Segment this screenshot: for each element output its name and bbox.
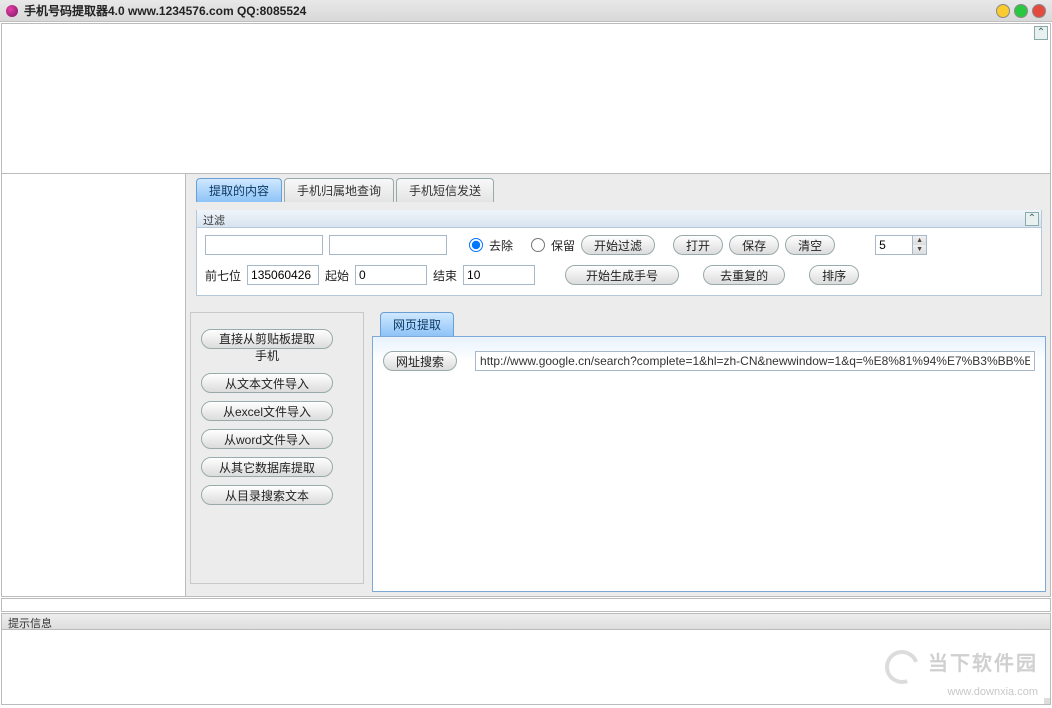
count-spinner-input[interactable]: [876, 236, 912, 254]
import-dir-button[interactable]: 从目录搜索文本: [201, 485, 333, 505]
end-input[interactable]: [463, 265, 535, 285]
resize-grip-icon[interactable]: [1044, 698, 1050, 704]
top-panel: ⌃: [2, 24, 1050, 174]
start-filter-button[interactable]: 开始过滤: [581, 235, 655, 255]
url-search-button[interactable]: 网址搜索: [383, 351, 457, 371]
start-label: 起始: [325, 267, 349, 284]
sort-button[interactable]: 排序: [809, 265, 859, 285]
main-tabs: 提取的内容 手机归属地查询 手机短信发送: [196, 178, 1048, 202]
workspace: ⌃ 提取的内容 手机归属地查询 手机短信发送 过滤 ⌃: [1, 23, 1051, 597]
filter-input-1[interactable]: [205, 235, 323, 255]
import-column: 直接从剪贴板提取手机 从文本文件导入 从excel文件导入 从word文件导入 …: [190, 312, 364, 584]
import-db-button[interactable]: 从其它数据库提取: [201, 457, 333, 477]
status-panel: 提示信息 当下软件园 www.downxia.com: [1, 613, 1051, 705]
filter-input-2[interactable]: [329, 235, 447, 255]
maximize-icon[interactable]: [1014, 4, 1028, 18]
tab-sms-send[interactable]: 手机短信发送: [396, 178, 494, 202]
import-text-button[interactable]: 从文本文件导入: [201, 373, 333, 393]
web-extract-area: 网页提取 网址搜索: [372, 312, 1046, 592]
first7-input[interactable]: [247, 265, 319, 285]
app-icon: [6, 5, 18, 17]
tab-location-query[interactable]: 手机归属地查询: [284, 178, 394, 202]
radio-keep-label: 保留: [551, 237, 575, 254]
divider-bar: [1, 598, 1051, 612]
tab-web-extract[interactable]: 网页提取: [380, 312, 454, 336]
spinner-down-icon[interactable]: ▼: [913, 245, 926, 254]
window-title: 手机号码提取器4.0 www.1234576.com QQ:8085524: [24, 2, 996, 19]
radio-remove-label: 去除: [489, 237, 513, 254]
start-input[interactable]: [355, 265, 427, 285]
close-icon[interactable]: [1032, 4, 1046, 18]
status-label: 提示信息: [2, 614, 1050, 630]
clipboard-extract-button[interactable]: 直接从剪贴板提取手机: [201, 329, 333, 349]
filter-panel: 过滤 ⌃ 去除 保留 开始过滤 打开 保存: [196, 210, 1042, 296]
left-panel: [2, 174, 186, 596]
count-spinner[interactable]: ▲▼: [875, 235, 927, 255]
minimize-icon[interactable]: [996, 4, 1010, 18]
watermark-line1: 当下软件园: [928, 653, 1038, 675]
collapse-filter-icon[interactable]: ⌃: [1025, 212, 1039, 226]
clear-button[interactable]: 清空: [785, 235, 835, 255]
first7-label: 前七位: [205, 267, 241, 284]
open-button[interactable]: 打开: [673, 235, 723, 255]
dedupe-button[interactable]: 去重复的: [703, 265, 785, 285]
import-excel-button[interactable]: 从excel文件导入: [201, 401, 333, 421]
filter-row-1: 去除 保留 开始过滤 打开 保存 清空 ▲▼: [205, 235, 1033, 255]
content-area: 直接从剪贴板提取手机 从文本文件导入 从excel文件导入 从word文件导入 …: [190, 296, 1048, 594]
collapse-top-icon[interactable]: ⌃: [1034, 26, 1048, 40]
radio-remove[interactable]: [469, 238, 483, 252]
watermark-logo-icon: [879, 644, 924, 689]
filter-row-2: 前七位 起始 结束 开始生成手号 去重复的 排序: [205, 265, 1033, 285]
watermark: 当下软件园 www.downxia.com: [885, 647, 1038, 698]
lower-split: 提取的内容 手机归属地查询 手机短信发送 过滤 ⌃ 去除: [2, 174, 1050, 596]
filter-legend: 过滤: [197, 210, 1041, 228]
spinner-up-icon[interactable]: ▲: [913, 236, 926, 245]
import-word-button[interactable]: 从word文件导入: [201, 429, 333, 449]
radio-keep[interactable]: [531, 238, 545, 252]
status-body: 当下软件园 www.downxia.com: [2, 630, 1050, 704]
save-button[interactable]: 保存: [729, 235, 779, 255]
web-frame: 网址搜索: [372, 336, 1046, 592]
watermark-line2: www.downxia.com: [948, 686, 1038, 698]
tab-extract-content[interactable]: 提取的内容: [196, 178, 282, 202]
url-input[interactable]: [475, 351, 1035, 371]
generate-button[interactable]: 开始生成手号: [565, 265, 679, 285]
window-controls: [996, 4, 1046, 18]
title-bar: 手机号码提取器4.0 www.1234576.com QQ:8085524: [0, 0, 1052, 22]
end-label: 结束: [433, 267, 457, 284]
right-panel: 提取的内容 手机归属地查询 手机短信发送 过滤 ⌃ 去除: [186, 174, 1050, 596]
